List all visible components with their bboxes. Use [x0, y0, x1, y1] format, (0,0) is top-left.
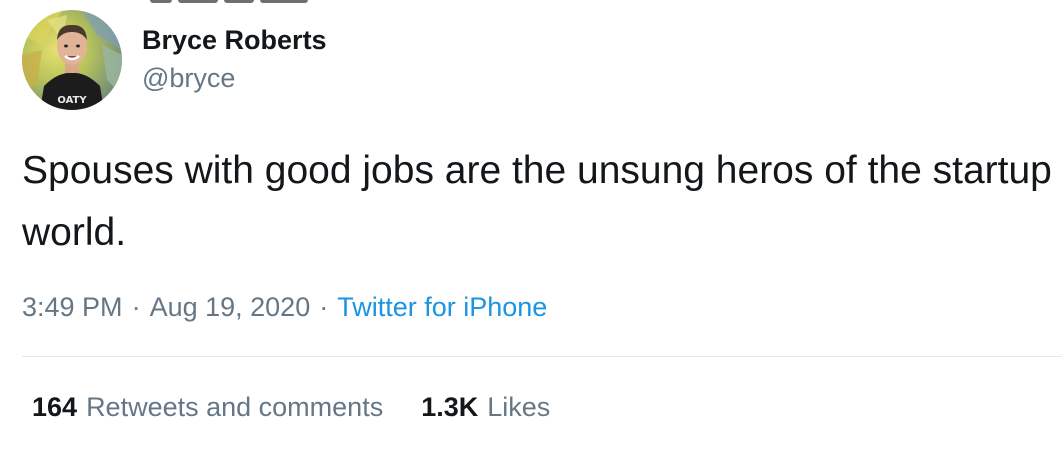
tweet-date[interactable]: Aug 19, 2020	[150, 292, 311, 322]
avatar[interactable]: OATY	[22, 10, 122, 110]
likes-label: Likes	[487, 392, 551, 422]
retweets-label: Retweets and comments	[86, 392, 384, 422]
tweet-time[interactable]: 3:49 PM	[22, 292, 123, 322]
retweets-count: 164	[32, 392, 78, 422]
tweet-text: Spouses with good jobs are the unsung he…	[22, 149, 1052, 254]
meta-separator: ·	[319, 292, 329, 322]
retweets-stat[interactable]: 164 Retweets and comments	[32, 390, 383, 424]
tweet-stats: 164 Retweets and comments 1.3K Likes	[32, 390, 550, 424]
previous-tweet-fragment	[0, 0, 1062, 4]
likes-stat[interactable]: 1.3K Likes	[421, 390, 550, 424]
author-handle[interactable]: @bryce	[142, 62, 235, 94]
meta-separator: ·	[131, 292, 141, 322]
tweet-source-link[interactable]: Twitter for iPhone	[337, 292, 547, 322]
avatar-shirt-text: OATY	[57, 95, 87, 106]
avatar-image: OATY	[22, 10, 122, 110]
author-name[interactable]: Bryce Roberts	[142, 24, 327, 56]
tweet-metadata: 3:49 PM · Aug 19, 2020 · Twitter for iPhone	[22, 290, 547, 324]
divider	[22, 356, 1062, 357]
likes-count: 1.3K	[421, 392, 479, 422]
